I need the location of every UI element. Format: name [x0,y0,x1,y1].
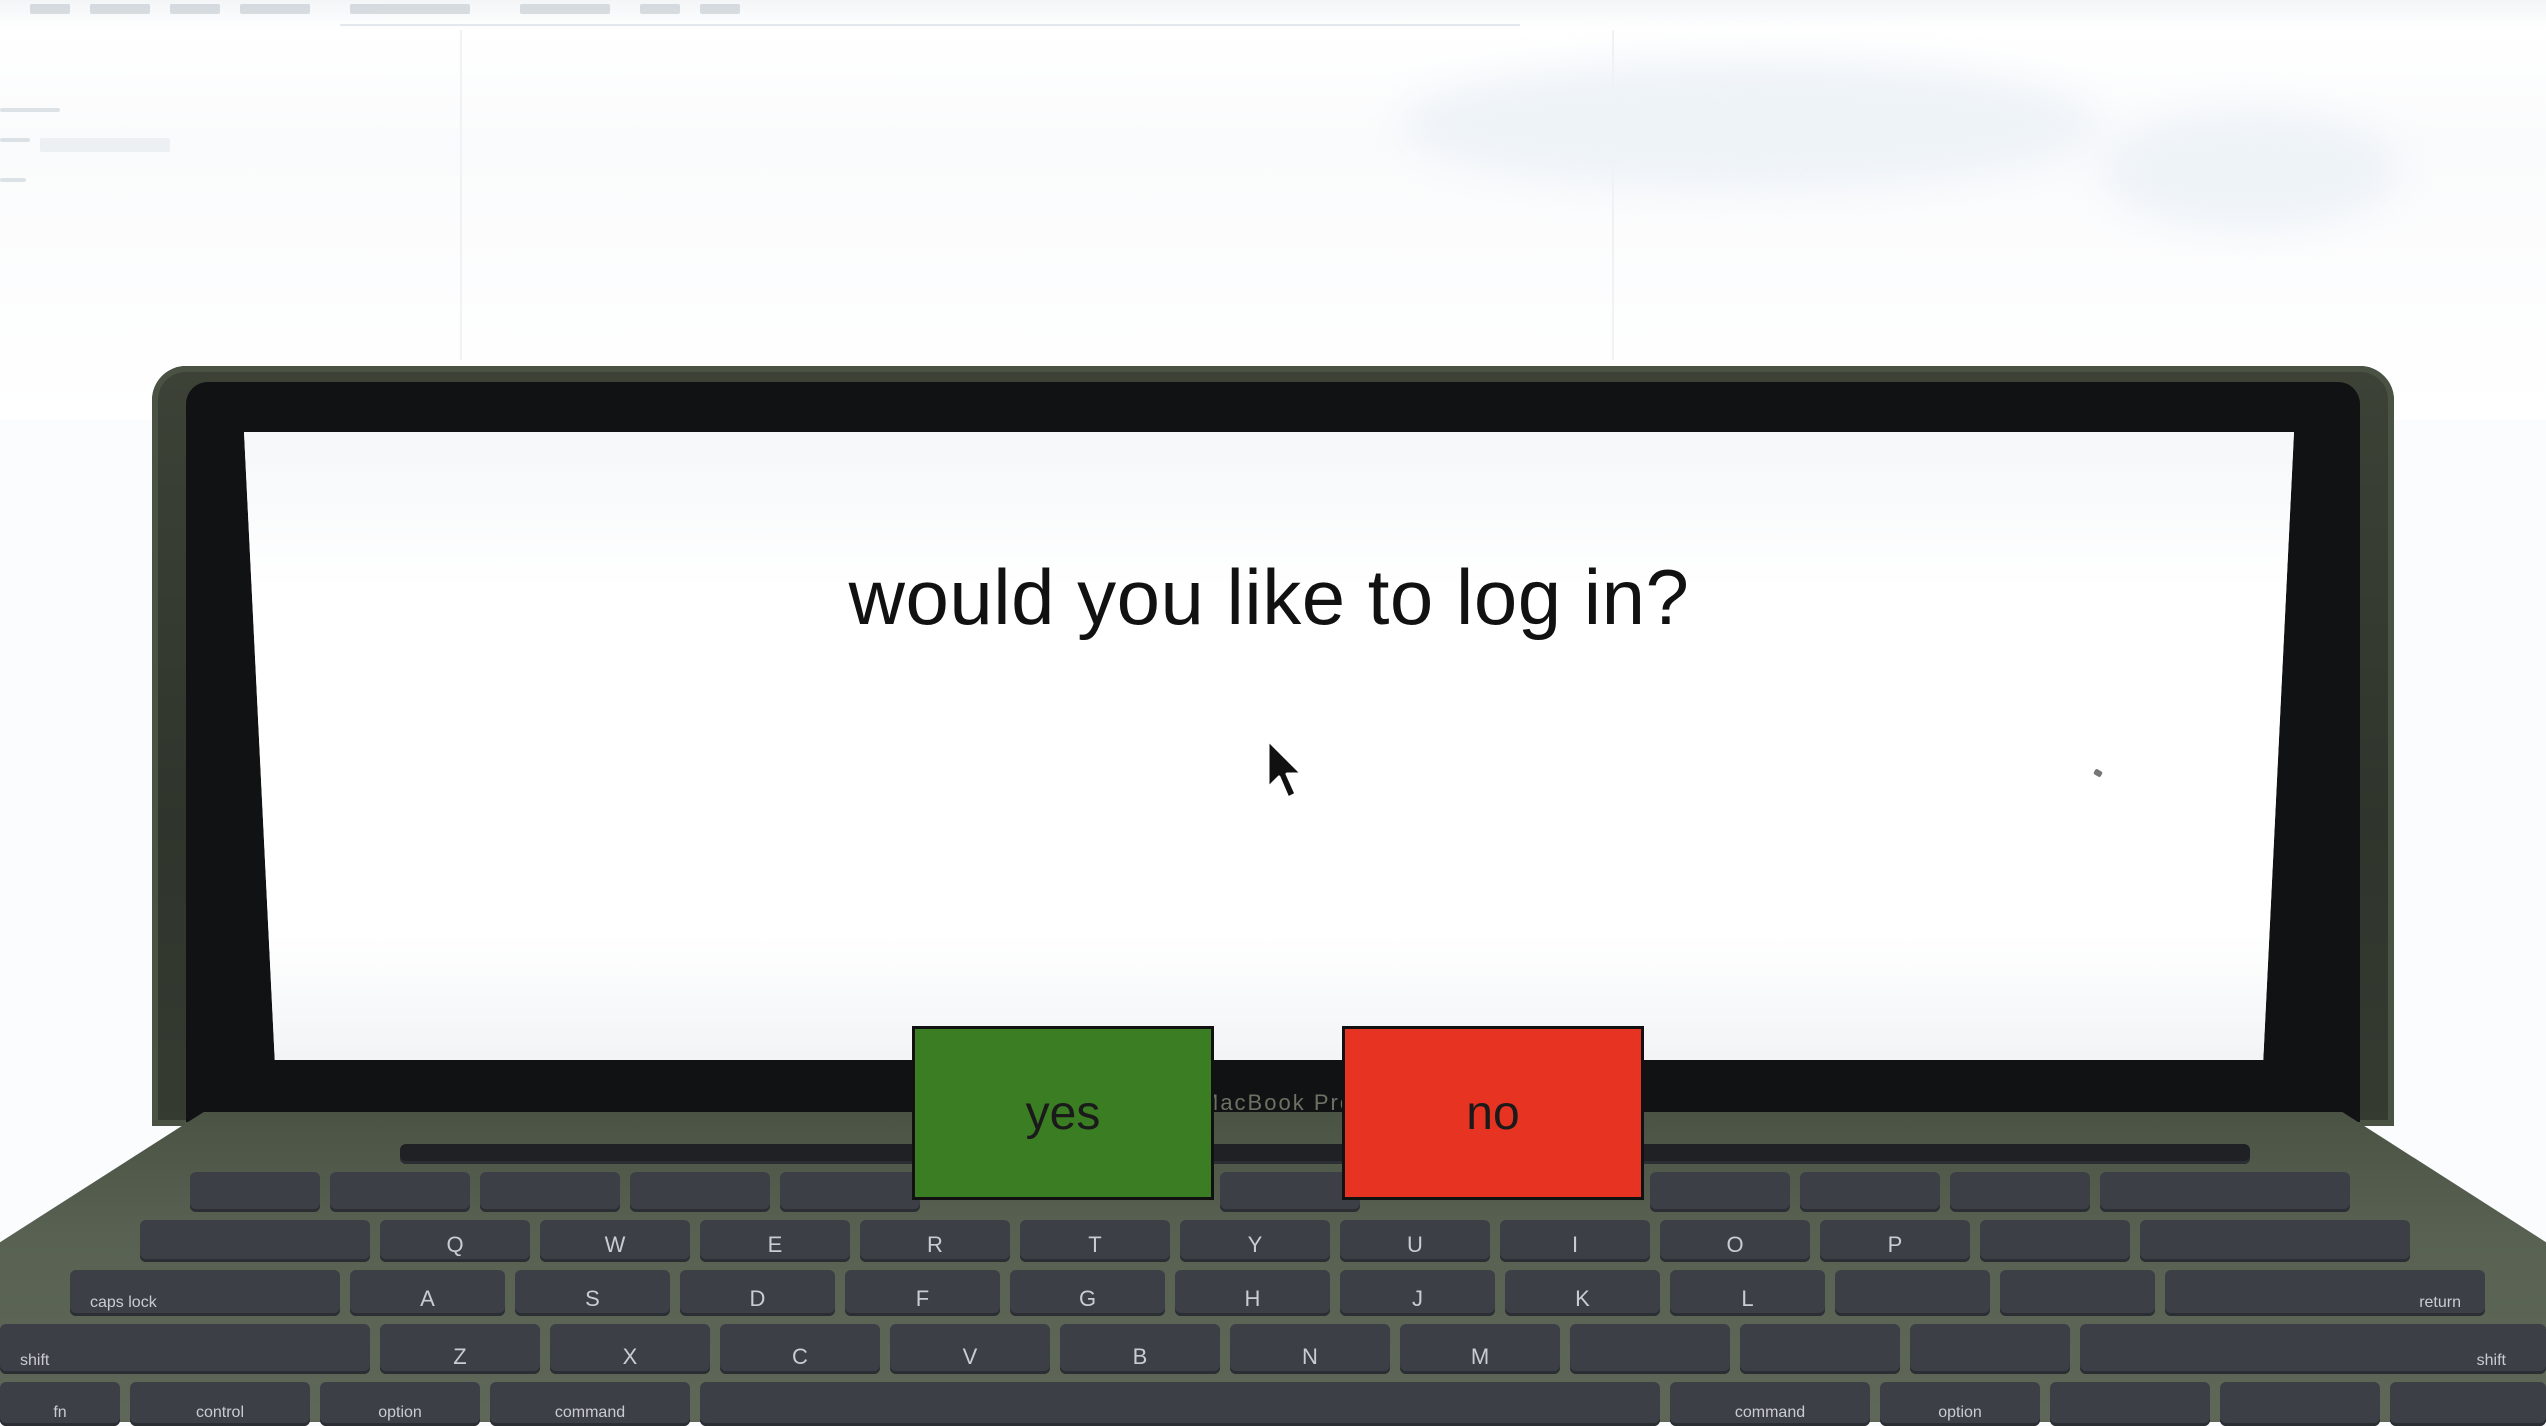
key [2140,1220,2410,1262]
key: I [1500,1220,1650,1262]
key: M [1400,1324,1560,1374]
login-question: would you like to log in? [848,553,1690,641]
key-return: return [2165,1270,2485,1316]
key [1570,1324,1730,1374]
key: L [1670,1270,1825,1316]
key-tab [140,1220,370,1262]
key [480,1172,620,1212]
key-option: option [320,1382,480,1426]
key-shift-left: shift [0,1324,370,1374]
key: V [890,1324,1050,1374]
key [1950,1172,2090,1212]
key: T [1020,1220,1170,1262]
key: G [1010,1270,1165,1316]
touch-bar [400,1144,2250,1164]
yes-button-label: yes [1025,1086,1101,1140]
no-button-label: no [1466,1086,1520,1140]
key-option: option [1880,1382,2040,1426]
key [330,1172,470,1212]
key [1800,1172,1940,1212]
background-toolbar [0,0,1500,22]
key: W [540,1220,690,1262]
key: Y [1180,1220,1330,1262]
yes-button[interactable]: yes [912,1026,1214,1200]
key: C [720,1324,880,1374]
key [190,1172,320,1212]
key: P [1820,1220,1970,1262]
key [630,1172,770,1212]
key: U [1340,1220,1490,1262]
key: K [1505,1270,1660,1316]
key [2000,1270,2155,1316]
key [1740,1324,1900,1374]
key-arrow [2050,1382,2210,1426]
key: R [860,1220,1010,1262]
arrow-cursor-icon [1266,738,1304,800]
key: D [680,1270,835,1316]
key: O [1660,1220,1810,1262]
key [1835,1270,1990,1316]
key: E [700,1220,850,1262]
key [1910,1324,2070,1374]
key: Q [380,1220,530,1262]
key: H [1175,1270,1330,1316]
key-arrow [2390,1382,2546,1426]
key: B [1060,1324,1220,1374]
background-document-page [460,30,1614,360]
keyboard: Q W E R T Y U I O P caps lock A S D F G … [0,1140,2546,1426]
key-command: command [1670,1382,1870,1426]
no-button[interactable]: no [1342,1026,1644,1200]
key-arrow [2220,1382,2380,1426]
background-ruler [340,24,1520,26]
key [2100,1172,2350,1212]
key [1980,1220,2130,1262]
key [1220,1172,1360,1212]
background-sidepanel [0,90,250,210]
key: J [1340,1270,1495,1316]
background-blur [2100,110,2400,230]
key-control: control [130,1382,310,1426]
key [1650,1172,1790,1212]
key: A [350,1270,505,1316]
key-command: command [490,1382,690,1426]
key: S [515,1270,670,1316]
key-caps-lock: caps lock [70,1270,340,1316]
key: N [1230,1324,1390,1374]
key-fn: fn [0,1382,120,1426]
key: F [845,1270,1000,1316]
key-shift-right: shift [2080,1324,2546,1374]
key: X [550,1324,710,1374]
background-blur [1400,60,2100,190]
key [780,1172,920,1212]
key: Z [380,1324,540,1374]
key-space [700,1382,1660,1426]
